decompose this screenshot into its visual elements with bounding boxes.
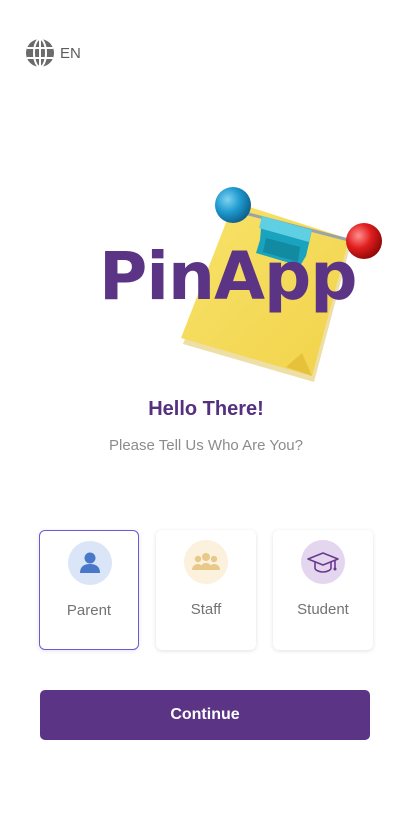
group-icon [184,540,228,584]
pinapp-logo: PinApp [96,186,386,386]
role-label-staff: Staff [190,601,222,618]
language-code: EN [60,44,81,62]
role-label-student: Student [297,601,349,618]
logo-wordmark: PinApp [99,238,358,315]
person-icon [68,541,112,585]
greeting-subtitle: Please Tell Us Who Are You? [108,437,303,454]
continue-button[interactable]: Continue [40,690,370,740]
graduation-cap-icon [301,540,345,584]
globe-icon [25,38,55,68]
role-card-staff[interactable]: Staff [156,530,256,650]
role-card-student[interactable]: Student [273,530,373,650]
language-selector[interactable]: EN [25,38,81,68]
greeting-title: Hello There! [148,398,264,420]
role-card-parent[interactable]: Parent [39,530,139,650]
role-selector: Parent Staff Student [39,530,374,650]
role-label-parent: Parent [66,602,112,619]
